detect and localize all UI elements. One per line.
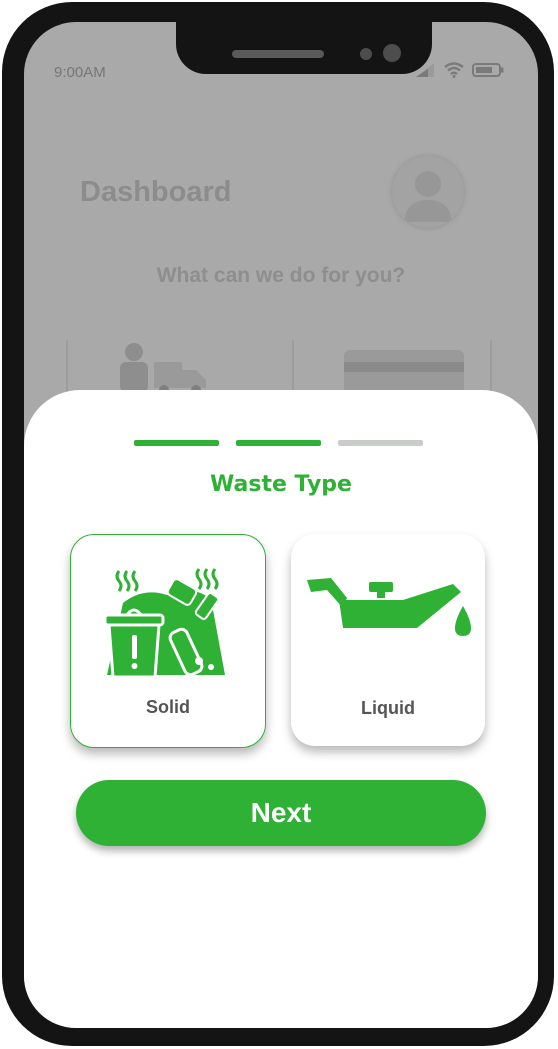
option-label: Solid bbox=[146, 697, 190, 717]
option-solid-card[interactable]: Solid bbox=[70, 534, 266, 748]
profile-avatar[interactable] bbox=[392, 156, 464, 228]
phone-notch bbox=[176, 22, 432, 74]
dashboard-question: What can we do for you? bbox=[156, 264, 406, 287]
sensor bbox=[360, 48, 372, 60]
user-icon bbox=[404, 171, 452, 222]
next-button[interactable]: Next bbox=[76, 780, 486, 846]
speaker-grille bbox=[232, 50, 324, 58]
waste-type-sheet: Waste Type Solid Liquid Next bbox=[24, 390, 538, 1028]
camera bbox=[383, 44, 401, 62]
status-icons bbox=[416, 62, 504, 78]
solid-waste-icon bbox=[103, 568, 225, 679]
wifi-icon bbox=[444, 62, 464, 78]
dashboard-title: Dashboard bbox=[80, 176, 232, 208]
progress-step-3 bbox=[338, 440, 423, 446]
sheet-title: Waste Type bbox=[210, 472, 352, 497]
oil-can-icon bbox=[307, 578, 471, 636]
phone-screen: 9:00AM Dashboard What can we do for you?… bbox=[24, 22, 538, 1028]
option-liquid-card[interactable]: Liquid bbox=[291, 534, 485, 746]
progress-steps bbox=[134, 440, 423, 446]
battery-icon bbox=[472, 63, 504, 77]
option-label: Liquid bbox=[361, 698, 415, 718]
phone-frame: 9:00AM Dashboard What can we do for you?… bbox=[2, 2, 554, 1046]
progress-step-2 bbox=[236, 440, 321, 446]
status-time: 9:00AM bbox=[54, 64, 106, 81]
progress-step-1 bbox=[134, 440, 219, 446]
